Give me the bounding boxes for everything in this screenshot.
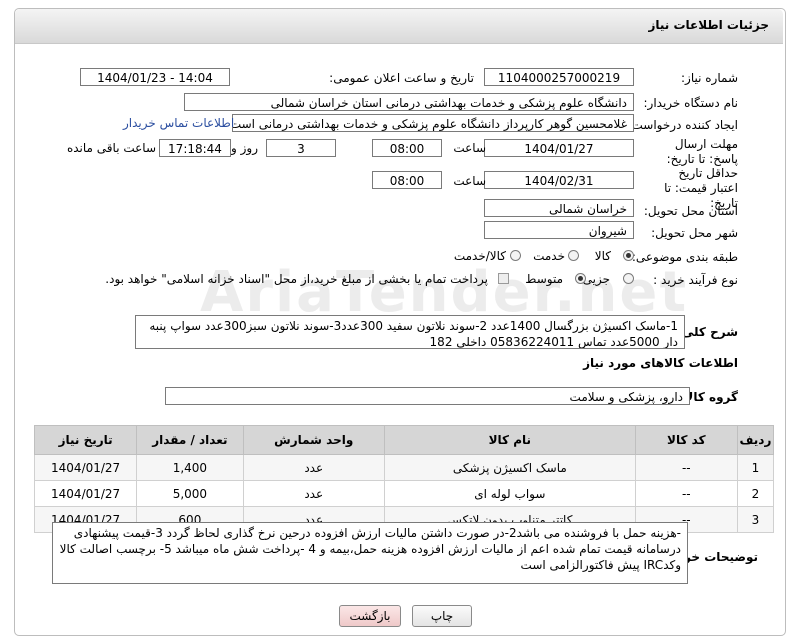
need-number-field[interactable]: 1104000257000219 xyxy=(484,68,634,86)
city-field[interactable]: شیروان xyxy=(484,221,634,239)
process-radio-minor[interactable] xyxy=(623,273,634,284)
announce-label: تاریخ و ساعت اعلان عمومی: xyxy=(329,71,474,85)
remaining-time-field[interactable]: 17:18:44 xyxy=(159,139,231,157)
col-row: ردیف xyxy=(736,425,775,455)
cell-code: -- xyxy=(634,454,738,481)
contact-buyer-link[interactable]: اطلاعات تماس خریدار xyxy=(123,116,234,130)
items-table: ردیف کد کالا نام کالا واحد شمارش تعداد /… xyxy=(33,425,775,533)
creator-field[interactable]: غلامحسین گوهر کارپرداز دانشگاه علوم پزشک… xyxy=(232,114,634,132)
cell-unit: عدد xyxy=(242,454,385,481)
city-label: شهر محل تحویل: xyxy=(651,226,738,240)
province-label: استان محل تحویل: xyxy=(643,204,738,218)
cell-row: 1 xyxy=(736,454,775,481)
cell-name: سواب لوله ای xyxy=(383,480,636,507)
remaining-label: ساعت باقی مانده xyxy=(66,141,156,155)
table-row[interactable]: 2 -- سواب لوله ای عدد 5,000 1404/01/27 xyxy=(33,480,775,507)
category-radio-service[interactable] xyxy=(568,250,579,261)
price-time-label: ساعت xyxy=(453,174,486,188)
back-button[interactable]: بازگشت xyxy=(339,605,401,627)
panel-header: جزئیات اطلاعات نیاز xyxy=(15,9,783,44)
cell-row: 2 xyxy=(736,480,775,507)
panel-title: جزئیات اطلاعات نیاز xyxy=(648,18,769,32)
category-label: طبقه بندی موضوعی: xyxy=(631,250,738,264)
category-option-goods-service: کالا/خدمت xyxy=(453,249,506,263)
cell-unit: عدد xyxy=(242,480,385,507)
category-option-goods: کالا xyxy=(594,249,611,263)
buyer-org-label: نام دستگاه خریدار: xyxy=(643,96,739,110)
cell-qty: 1,400 xyxy=(136,454,244,481)
cell-date: 1404/01/27 xyxy=(33,454,138,481)
buyer-org-field[interactable]: دانشگاه علوم پزشکی و خدمات بهداشتی درمان… xyxy=(184,93,634,111)
table-row[interactable]: 1 -- ماسک اکسیژن پزشکی عدد 1,400 1404/01… xyxy=(33,454,775,481)
creator-label: ایجاد کننده درخواست: xyxy=(627,118,738,132)
reply-time-field[interactable]: 08:00 xyxy=(372,139,442,157)
cell-row: 3 xyxy=(736,506,775,533)
announce-field[interactable]: 1404/01/23 - 14:04 xyxy=(80,68,230,86)
cell-date: 1404/01/27 xyxy=(33,480,138,507)
reply-time-label: ساعت xyxy=(453,141,486,155)
table-header-row: ردیف کد کالا نام کالا واحد شمارش تعداد /… xyxy=(33,425,775,455)
process-option-medium: متوسط xyxy=(525,272,563,286)
goods-section-title: اطلاعات کالاهای مورد نیاز xyxy=(583,356,738,370)
cell-qty: 5,000 xyxy=(136,480,244,507)
goods-group-field[interactable]: دارو، پزشکی و سلامت xyxy=(165,387,690,405)
col-unit: واحد شمارش xyxy=(242,425,385,455)
col-code: کد کالا xyxy=(634,425,738,455)
need-number-label: شماره نیاز: xyxy=(681,71,738,85)
category-radio-goods-service[interactable] xyxy=(510,250,521,261)
reply-date-field[interactable]: 1404/01/27 xyxy=(484,139,634,157)
col-qty: تعداد / مقدار xyxy=(136,425,244,455)
description-textarea[interactable]: 1-ماسک اکسیژن بزرگسال 1400عدد 2-سوند نلا… xyxy=(135,315,685,349)
print-button[interactable]: چاپ xyxy=(412,605,472,627)
buyer-notes-textarea[interactable]: -هزینه حمل با فروشنده می باشد2-در صورت د… xyxy=(52,522,688,584)
price-time-field[interactable]: 08:00 xyxy=(372,171,442,189)
days-count-field[interactable]: 3 xyxy=(266,139,336,157)
col-date: تاریخ نیاز xyxy=(33,425,138,455)
payment-note: پرداخت تمام یا بخشی از مبلغ خرید،از محل … xyxy=(105,272,488,286)
process-radio-medium[interactable] xyxy=(575,273,586,284)
process-option-minor: جزیی xyxy=(582,272,610,286)
col-name: نام کالا xyxy=(383,425,636,455)
category-option-service: خدمت xyxy=(533,249,565,263)
cell-name: ماسک اکسیژن پزشکی xyxy=(383,454,636,481)
payment-checkbox[interactable] xyxy=(498,273,509,284)
process-label: نوع فرآیند خرید : xyxy=(653,273,738,287)
cell-code: -- xyxy=(634,480,738,507)
price-date-field[interactable]: 1404/02/31 xyxy=(484,171,634,189)
reply-deadline-label: مهلت ارسال پاسخ: تا تاریخ: xyxy=(666,137,738,166)
category-radio-goods[interactable] xyxy=(623,250,634,261)
days-label: روز و xyxy=(231,141,258,155)
province-field[interactable]: خراسان شمالی xyxy=(484,199,634,217)
